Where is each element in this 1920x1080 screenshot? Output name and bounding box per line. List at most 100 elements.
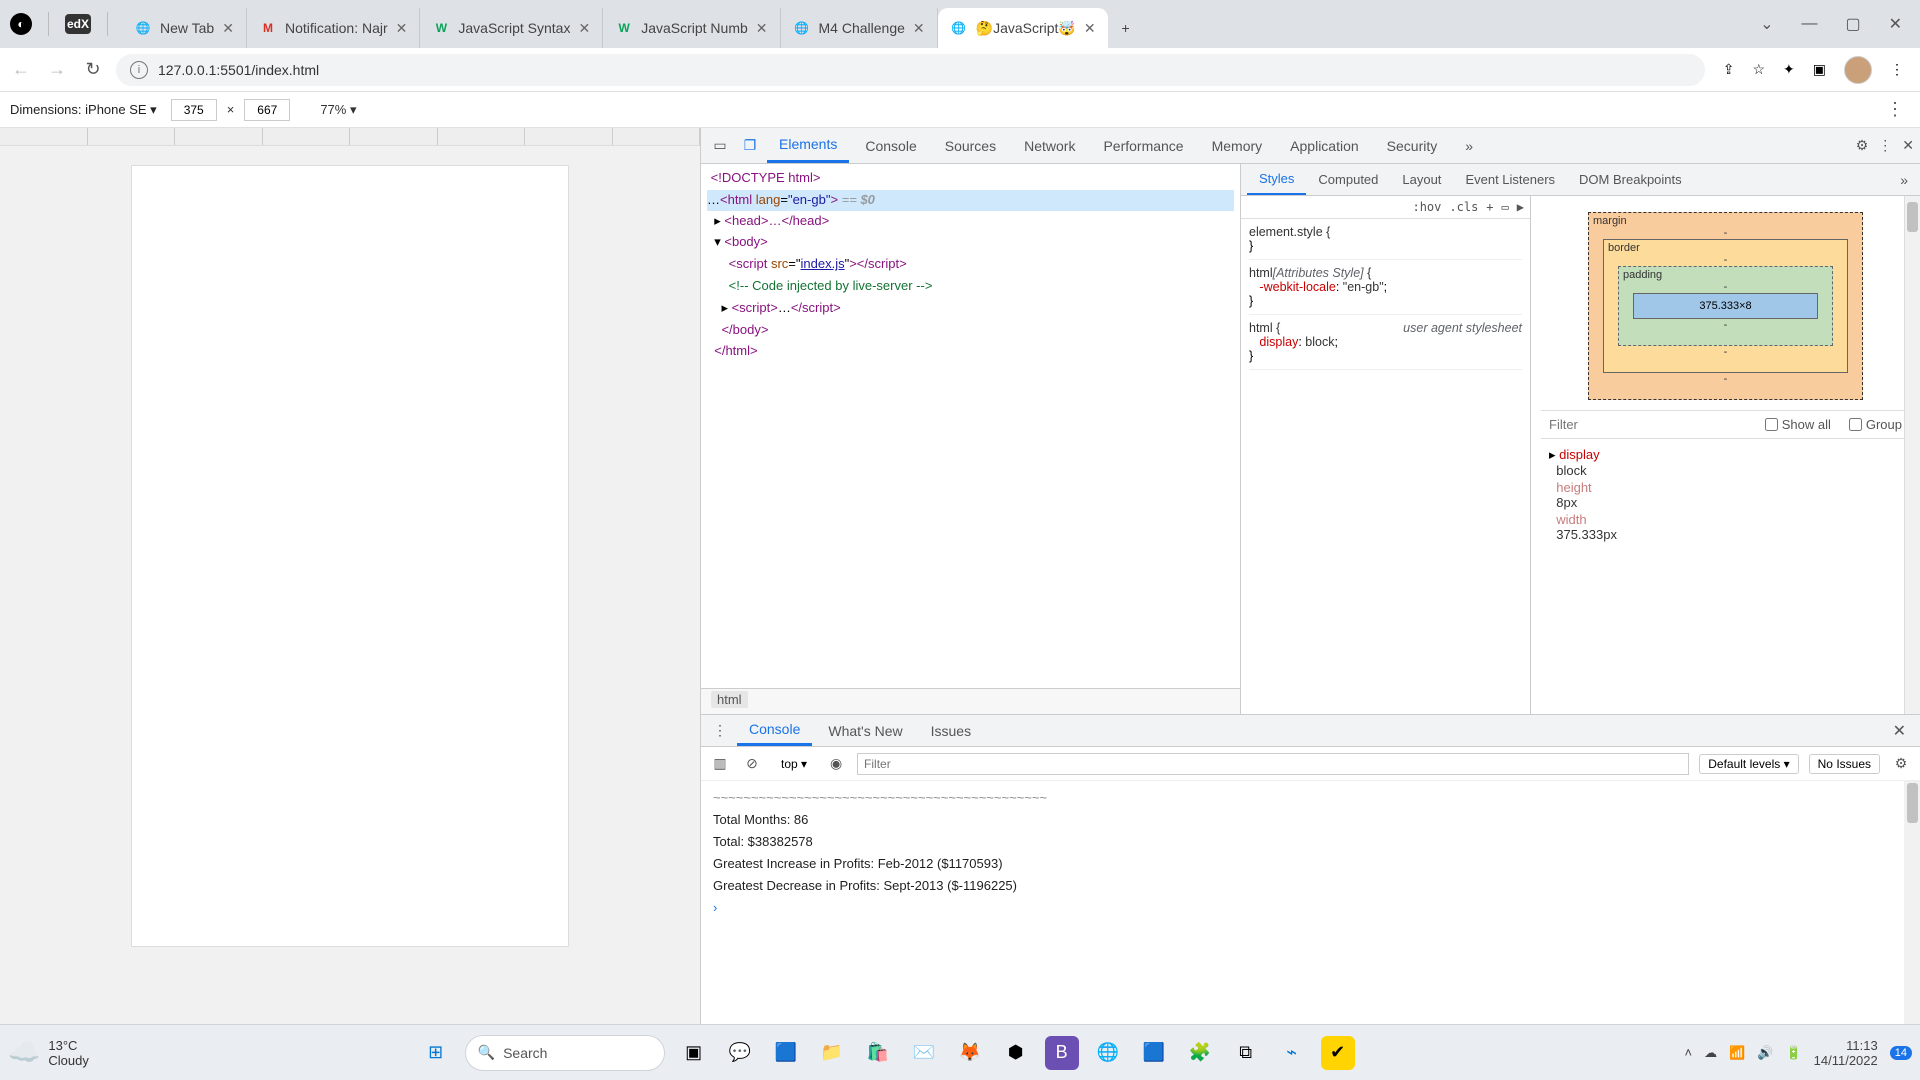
box-model[interactable]: margin- border- padding- 375.333×8 - - - xyxy=(1588,212,1863,400)
computed-display[interactable]: ▸ display block xyxy=(1549,447,1902,478)
width-input[interactable] xyxy=(171,99,217,121)
drawer-tab-console[interactable]: Console xyxy=(737,715,812,746)
context-dropdown[interactable]: top ▾ xyxy=(773,755,815,773)
console-filter-input[interactable] xyxy=(857,753,1689,775)
tab-sources[interactable]: Sources xyxy=(933,128,1008,163)
body-node[interactable]: ▾ <body> xyxy=(707,234,768,249)
html-close-node[interactable]: </html> xyxy=(707,343,758,358)
sidepanel-icon[interactable]: ▣ xyxy=(1813,61,1826,78)
html-node-selected[interactable]: …<html lang="en-gb"> == $0 xyxy=(707,190,1234,211)
tab-new-tab[interactable]: 🌐New Tab✕ xyxy=(122,8,247,48)
close-window-button[interactable]: ✕ xyxy=(1889,14,1902,34)
app-icon[interactable]: 🧩 xyxy=(1183,1036,1217,1070)
inspect-icon[interactable]: ▭ xyxy=(707,137,733,154)
tab-computed[interactable]: Computed xyxy=(1306,164,1390,195)
close-icon[interactable]: ✕ xyxy=(756,20,768,37)
tab-javascript-active[interactable]: 🌐🤔JavaScript🤯✕ xyxy=(938,8,1108,48)
tab-security[interactable]: Security xyxy=(1375,128,1450,163)
dropbox-icon[interactable]: ⬢ xyxy=(999,1036,1033,1070)
site-info-icon[interactable]: i xyxy=(130,61,148,79)
extensions-icon[interactable]: ✦ xyxy=(1783,61,1795,78)
scrollbar[interactable] xyxy=(1904,196,1920,714)
rule-html-attr[interactable]: html[Attributes Style] { -webkit-locale:… xyxy=(1249,266,1522,315)
profile-avatar[interactable] xyxy=(1844,56,1872,84)
devtools-more-icon[interactable]: ⋮ xyxy=(1878,137,1892,154)
tab-console[interactable]: Console xyxy=(853,128,928,163)
styles-tabs-overflow-icon[interactable]: » xyxy=(1894,172,1914,188)
dom-tree[interactable]: <!DOCTYPE html> …<html lang="en-gb"> == … xyxy=(701,164,1240,688)
close-icon[interactable]: ✕ xyxy=(913,20,925,37)
edx-icon[interactable]: edX xyxy=(65,14,91,34)
tab-dom-breakpoints[interactable]: DOM Breakpoints xyxy=(1567,164,1694,195)
maximize-button[interactable]: ▢ xyxy=(1845,14,1860,34)
new-rule-button[interactable]: + xyxy=(1486,200,1493,214)
vscode-icon[interactable]: ⌁ xyxy=(1275,1036,1309,1070)
volume-icon[interactable]: 🔊 xyxy=(1757,1045,1773,1061)
console-prompt-icon[interactable]: › xyxy=(713,900,717,915)
app-icon[interactable]: 🟦 xyxy=(1137,1036,1171,1070)
forward-button[interactable]: → xyxy=(44,59,70,80)
cls-toggle[interactable]: .cls xyxy=(1449,200,1478,214)
back-button[interactable]: ← xyxy=(8,59,34,80)
new-tab-button[interactable]: + xyxy=(1108,8,1144,48)
tab-js-numb[interactable]: WJavaScript Numb✕ xyxy=(603,8,780,48)
github-icon[interactable]: ◐ xyxy=(10,13,32,35)
script-node[interactable]: <script src="index.js"></script> xyxy=(707,256,907,271)
show-all-checkbox[interactable]: Show all xyxy=(1765,417,1831,432)
onedrive-icon[interactable]: ☁ xyxy=(1704,1045,1717,1061)
devtools-close-icon[interactable]: ✕ xyxy=(1902,137,1914,154)
tab-styles[interactable]: Styles xyxy=(1247,164,1306,195)
wifi-icon[interactable]: 📶 xyxy=(1729,1045,1745,1061)
terminal-icon[interactable]: ⧉ xyxy=(1229,1036,1263,1070)
dimensions-dropdown[interactable]: Dimensions: iPhone SE ▾ xyxy=(10,102,157,118)
zoom-dropdown[interactable]: 77% ▾ xyxy=(320,102,356,118)
live-expression-icon[interactable]: ◉ xyxy=(825,755,847,772)
close-icon[interactable]: ✕ xyxy=(222,20,234,37)
tab-gmail[interactable]: MNotification: Najr✕ xyxy=(247,8,420,48)
issues-button[interactable]: No Issues xyxy=(1809,754,1880,774)
toggle-icon[interactable]: ▶ xyxy=(1517,200,1524,214)
close-icon[interactable]: ✕ xyxy=(396,20,408,37)
close-icon[interactable]: ✕ xyxy=(578,20,590,37)
taskbar-search[interactable]: 🔍Search xyxy=(465,1035,665,1071)
tab-layout[interactable]: Layout xyxy=(1390,164,1453,195)
system-tray[interactable]: ˄ ☁ 📶 🔊 🔋 11:13 14/11/2022 14 xyxy=(1684,1038,1912,1068)
computed-filter-input[interactable] xyxy=(1549,417,1747,432)
scrollbar[interactable] xyxy=(1904,781,1920,1024)
firefox-icon[interactable]: 🦊 xyxy=(953,1036,987,1070)
console-output[interactable]: ~~~~~~~~~~~~~~~~~~~~~~~~~~~~~~~~~~~~~~~~… xyxy=(701,781,1920,1024)
chrome-icon[interactable]: 🌐 xyxy=(1091,1036,1125,1070)
body-close-node[interactable]: </body> xyxy=(707,322,768,337)
console-sidebar-icon[interactable]: ▥ xyxy=(709,755,731,772)
explorer-icon[interactable]: 📁 xyxy=(815,1036,849,1070)
device-frame[interactable] xyxy=(132,166,568,946)
tab-js-syntax[interactable]: WJavaScript Syntax✕ xyxy=(420,8,603,48)
comment-node[interactable]: <!-- Code injected by live-server --> xyxy=(707,278,932,293)
tab-elements[interactable]: Elements xyxy=(767,128,849,163)
task-view-icon[interactable]: ▣ xyxy=(677,1036,711,1070)
tab-network[interactable]: Network xyxy=(1012,128,1087,163)
clear-console-icon[interactable]: ⊘ xyxy=(741,755,763,772)
device-toggle-icon[interactable]: ❐ xyxy=(737,137,763,154)
store-icon[interactable]: 🛍️ xyxy=(861,1036,895,1070)
drawer-more-icon[interactable]: ⋮ xyxy=(707,722,733,739)
settings-icon[interactable]: ⚙ xyxy=(1856,137,1869,154)
computed-width[interactable]: width 375.333px xyxy=(1549,512,1902,542)
battery-icon[interactable]: 🔋 xyxy=(1785,1045,1801,1061)
tabs-dropdown-icon[interactable]: ⌄ xyxy=(1760,14,1773,34)
edge-icon[interactable]: 🟦 xyxy=(769,1036,803,1070)
chrome-menu-icon[interactable]: ⋮ xyxy=(1890,61,1904,78)
app-icon[interactable]: B xyxy=(1045,1036,1079,1070)
start-button[interactable]: ⊞ xyxy=(419,1036,453,1070)
breadcrumb-html[interactable]: html xyxy=(711,691,748,708)
drawer-tab-issues[interactable]: Issues xyxy=(919,715,983,746)
minimize-button[interactable]: — xyxy=(1801,15,1817,33)
tabs-overflow-icon[interactable]: » xyxy=(1453,128,1485,163)
tab-application[interactable]: Application xyxy=(1278,128,1371,163)
device-toolbar-more-icon[interactable]: ⋮ xyxy=(1880,99,1910,120)
drawer-tab-whatsnew[interactable]: What's New xyxy=(816,715,914,746)
url-input[interactable]: i 127.0.0.1:5501/index.html xyxy=(116,54,1705,86)
tab-event-listeners[interactable]: Event Listeners xyxy=(1453,164,1567,195)
tab-performance[interactable]: Performance xyxy=(1091,128,1195,163)
rule-html-ua[interactable]: user agent stylesheethtml { display: blo… xyxy=(1249,321,1522,370)
